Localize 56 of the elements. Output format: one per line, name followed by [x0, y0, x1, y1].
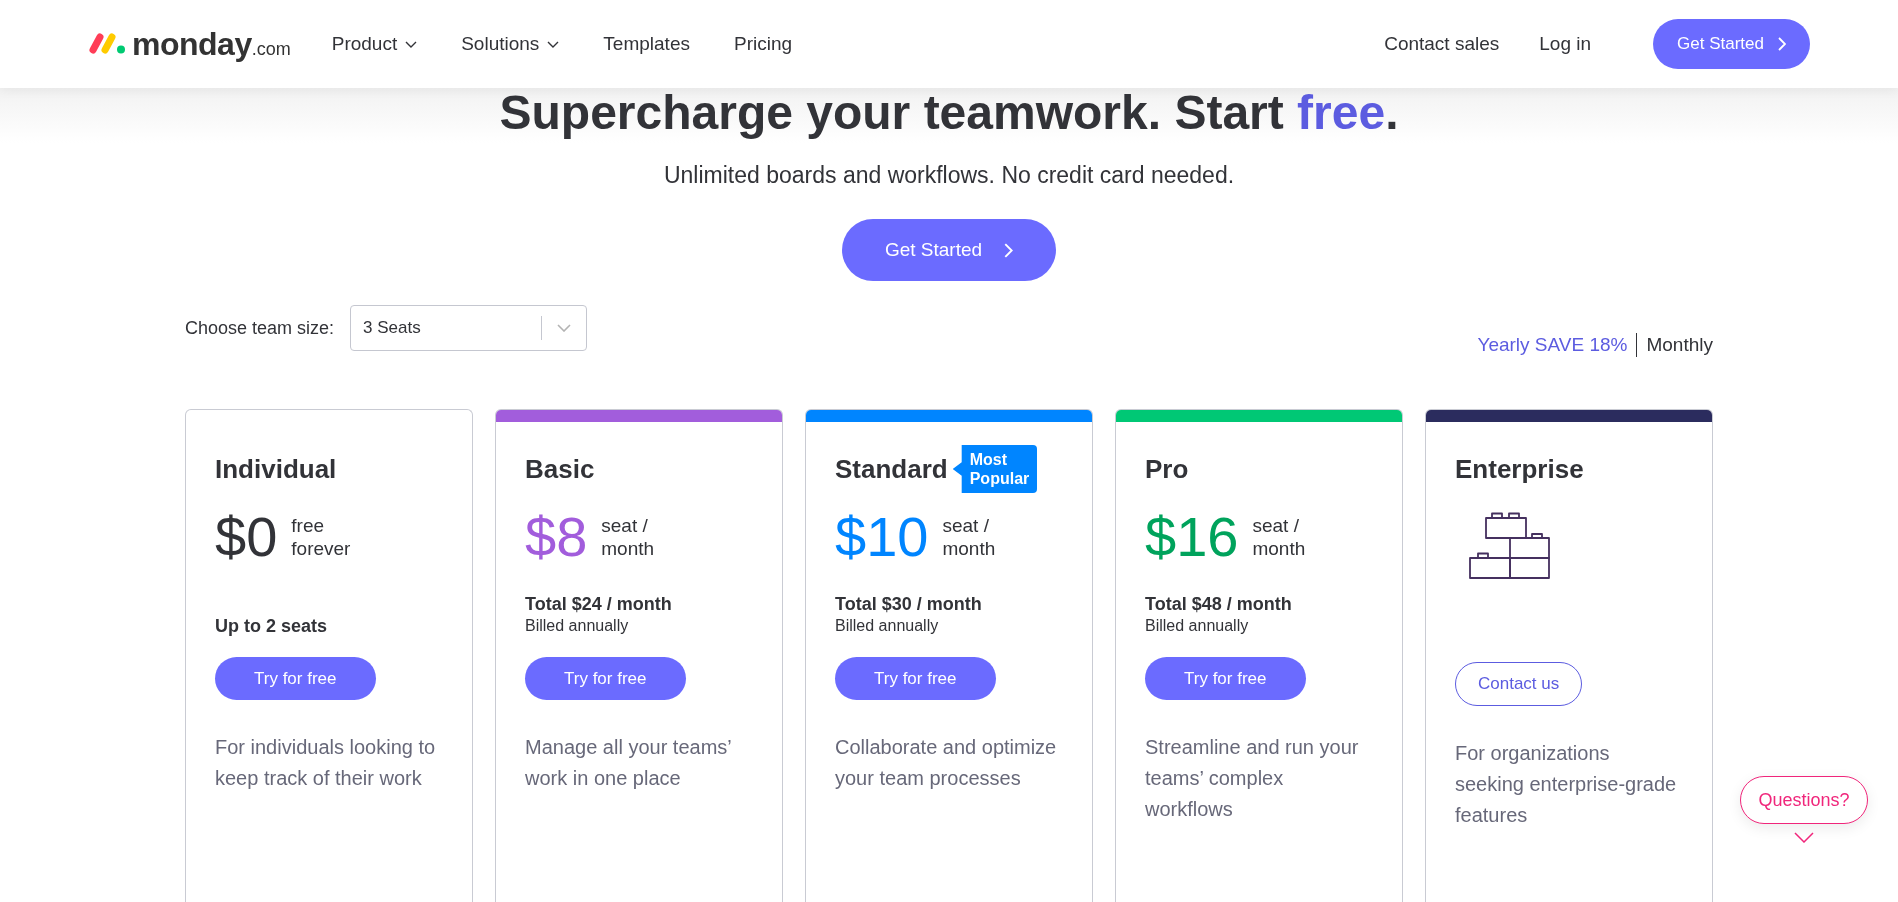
- chevron-down-icon: [1794, 832, 1814, 843]
- nav-link[interactable]: Product: [331, 32, 418, 56]
- chevron-down-icon: [547, 40, 560, 48]
- plan-name: Basic: [525, 455, 595, 483]
- popular-badge: Most Popular: [952, 445, 1038, 493]
- get-started-button[interactable]: Get Started: [841, 219, 1057, 281]
- plan-description: For organizations seeking enterprise-grade features: [1455, 741, 1677, 828]
- billing-option[interactable]: Yearly SAVE 18%: [1477, 333, 1628, 357]
- chevron-down-icon: [405, 40, 418, 48]
- plan-description: For individuals looking to keep track of their work: [215, 735, 437, 791]
- seats-limit: Up to 2 seats: [215, 615, 328, 637]
- billing-note: Billed annually: [525, 616, 629, 636]
- brand-name: monday: [132, 26, 252, 62]
- billing-note: Billed annually: [835, 616, 939, 636]
- price-unit: seat / month: [601, 514, 656, 560]
- get-started-button[interactable]: Get Started: [1653, 19, 1810, 69]
- plan-button[interactable]: Try for free: [215, 657, 376, 700]
- questions-button[interactable]: Questions?: [1740, 776, 1868, 824]
- header-link[interactable]: Contact sales: [1384, 32, 1500, 56]
- nav-link[interactable]: Pricing: [733, 32, 793, 56]
- price-amount: $0: [215, 507, 278, 567]
- price-unit: free forever: [291, 514, 352, 560]
- plan-button[interactable]: Try for free: [1145, 657, 1306, 700]
- chevron-right-icon: [1004, 242, 1014, 258]
- hero-title: Supercharge your teamwork. Start free.: [499, 88, 1399, 138]
- price-amount: $8: [525, 507, 588, 567]
- billing-option[interactable]: Monthly: [1646, 333, 1713, 357]
- plan-name: Individual: [215, 455, 337, 483]
- price-total: Total $24 / month: [525, 593, 672, 615]
- plan-name: Standard: [835, 455, 948, 483]
- plan-button[interactable]: Try for free: [525, 657, 686, 700]
- price-unit: seat / month: [1252, 514, 1307, 560]
- plan-button[interactable]: Contact us: [1455, 662, 1583, 706]
- price-unit: seat / month: [942, 514, 997, 560]
- chevron-right-icon: [1778, 37, 1786, 51]
- nav-link[interactable]: Solutions: [461, 32, 560, 56]
- plan-button[interactable]: Try for free: [835, 657, 996, 700]
- plan-name: Pro: [1145, 455, 1189, 483]
- plan-name: Enterprise: [1455, 455, 1584, 483]
- building-blocks-icon: [1469, 512, 1551, 580]
- header-link[interactable]: Log in: [1539, 32, 1592, 56]
- hero-subtitle: Unlimited boards and workflows. No credit card needed.: [663, 161, 1235, 190]
- team-size-select[interactable]: 3 Seats: [350, 305, 588, 351]
- price-total: Total $30 / month: [835, 593, 982, 615]
- plan-description: Collaborate and optimize your team processes: [835, 735, 1057, 791]
- nav-link[interactable]: Templates: [603, 32, 690, 56]
- logo-icon: [88, 31, 128, 55]
- brand-domain: .com: [251, 39, 291, 59]
- billing-note: Billed annually: [1145, 616, 1249, 636]
- chevron-down-icon: [557, 324, 572, 332]
- plan-description: Streamline and run your teams’ complex workflows: [1145, 735, 1360, 822]
- price-amount: $16: [1145, 507, 1239, 567]
- team-size-label: Choose team size:: [185, 317, 335, 340]
- plan-description: Manage all your teams’ work in one place: [525, 735, 733, 791]
- price-amount: $10: [835, 507, 929, 567]
- price-total: Total $48 / month: [1145, 593, 1292, 615]
